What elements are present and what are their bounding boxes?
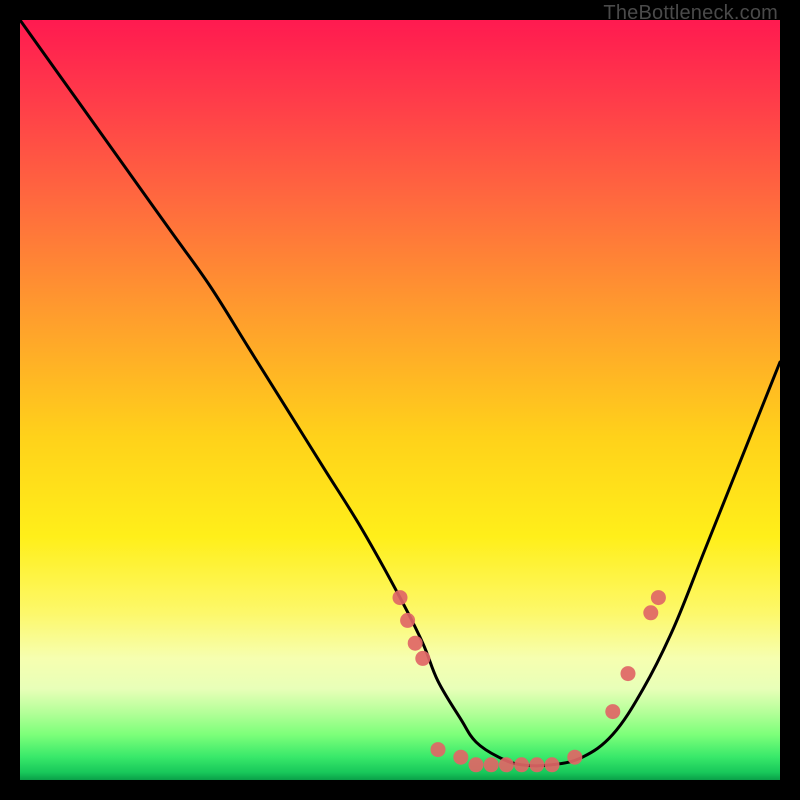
data-marker — [393, 590, 408, 605]
data-marker — [643, 605, 658, 620]
data-marker — [499, 757, 514, 772]
data-marker — [484, 757, 499, 772]
data-marker — [529, 757, 544, 772]
data-marker — [469, 757, 484, 772]
data-marker — [545, 757, 560, 772]
data-marker — [431, 742, 446, 757]
data-marker — [408, 636, 423, 651]
bottleneck-curve-path — [20, 20, 780, 766]
data-marker — [400, 613, 415, 628]
data-marker — [567, 750, 582, 765]
data-marker — [651, 590, 666, 605]
data-marker — [605, 704, 620, 719]
curve-layer — [20, 20, 780, 766]
marker-layer — [393, 590, 666, 772]
bottleneck-chart — [20, 20, 780, 780]
data-marker — [621, 666, 636, 681]
data-marker — [453, 750, 468, 765]
data-marker — [514, 757, 529, 772]
data-marker — [415, 651, 430, 666]
